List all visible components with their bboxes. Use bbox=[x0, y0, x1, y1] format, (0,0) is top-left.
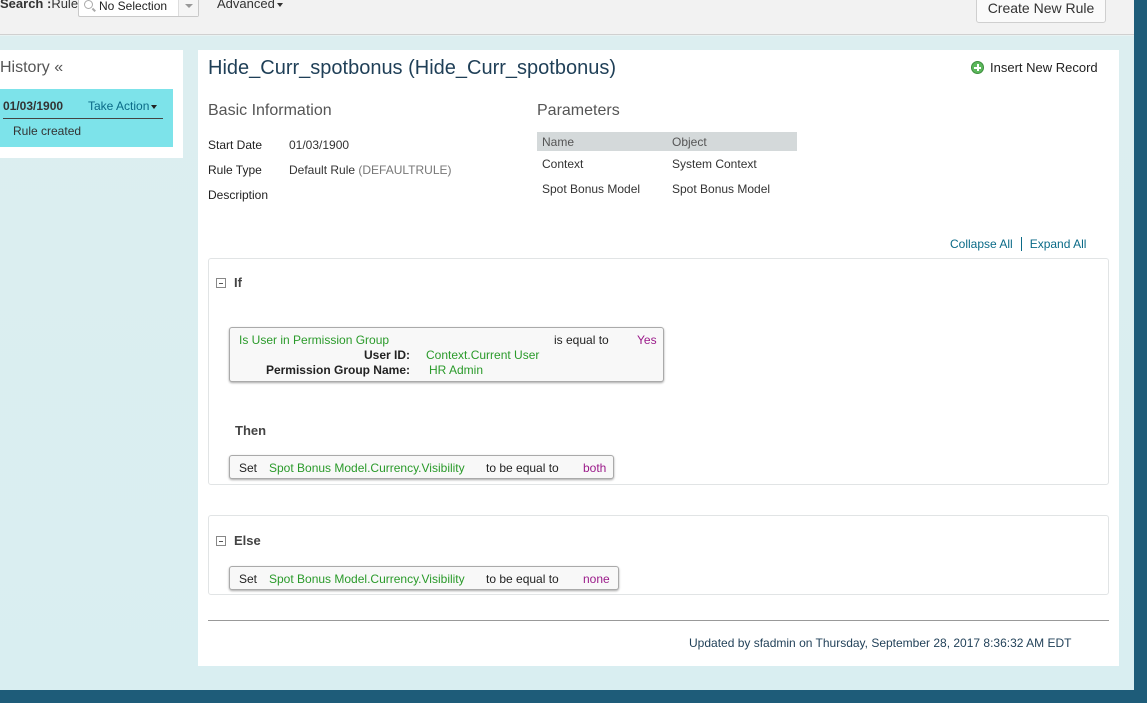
param-group-name-label: Permission Group Name: bbox=[265, 363, 410, 377]
history-entry[interactable]: 01/03/1900 Take Action Rule created bbox=[0, 89, 173, 147]
window-border bbox=[1134, 0, 1147, 690]
action-verb: Set bbox=[239, 461, 258, 475]
action-operator[interactable]: to be equal to bbox=[486, 572, 559, 586]
parameters-header-row: Name Object bbox=[537, 132, 797, 151]
rule-type-name: Default Rule bbox=[289, 163, 356, 177]
search-label: Search :Rule bbox=[0, 0, 78, 11]
rule-type-value: Default Rule (DEFAULTRULE) bbox=[289, 163, 452, 177]
advanced-label: Advanced bbox=[217, 0, 275, 11]
parameters-table: Name Object Context System Context Spot … bbox=[537, 132, 797, 201]
rule-type-label: Rule Type bbox=[208, 163, 262, 177]
if-block: If Is User in Permission Group is equal … bbox=[208, 258, 1109, 485]
add-icon bbox=[971, 61, 984, 74]
action-operator[interactable]: to be equal to bbox=[486, 461, 559, 475]
collapse-icon[interactable] bbox=[216, 536, 226, 546]
top-toolbar: Search :Rule No Selection Advanced Creat… bbox=[0, 0, 1134, 35]
take-action-menu[interactable]: Take Action bbox=[88, 99, 158, 113]
param-user-id-label: User ID: bbox=[363, 348, 410, 362]
window-border bbox=[0, 690, 1147, 703]
else-label: Else bbox=[234, 533, 261, 548]
take-action-label: Take Action bbox=[88, 99, 150, 113]
caret-down-icon bbox=[151, 104, 158, 109]
param-user-id-value[interactable]: Context.Current User bbox=[426, 348, 539, 362]
divider bbox=[1020, 237, 1022, 251]
start-date-label: Start Date bbox=[208, 138, 263, 152]
collapse-all-link[interactable]: Collapse All bbox=[950, 237, 1013, 251]
table-cell: Spot Bonus Model bbox=[672, 181, 771, 196]
else-action[interactable]: Set Spot Bonus Model.Currency.Visibility… bbox=[229, 566, 619, 590]
basic-information-heading: Basic Information bbox=[208, 102, 332, 119]
search-label-prefix: Search : bbox=[0, 0, 52, 11]
history-panel: History « 01/03/1900 Take Action Rule cr… bbox=[0, 50, 183, 158]
else-block: Else Set Spot Bonus Model.Currency.Visib… bbox=[208, 515, 1109, 595]
column-header-object: Object bbox=[667, 132, 797, 151]
page-title: Hide_Curr_spotbonus (Hide_Curr_spotbonus… bbox=[208, 57, 616, 79]
rule-selector[interactable]: No Selection bbox=[78, 0, 199, 17]
parameters-heading: Parameters bbox=[537, 102, 620, 119]
table-row: Context System Context bbox=[537, 151, 797, 176]
condition-value[interactable]: Yes bbox=[637, 333, 657, 347]
divider bbox=[3, 118, 163, 119]
if-label: If bbox=[234, 275, 242, 290]
divider bbox=[208, 620, 1109, 621]
caret-down-icon bbox=[276, 2, 283, 7]
start-date-value: 01/03/1900 bbox=[289, 138, 350, 152]
description-label: Description bbox=[208, 188, 269, 202]
action-verb: Set bbox=[239, 572, 258, 586]
collapse-icon[interactable] bbox=[216, 278, 226, 288]
chevron-down-icon[interactable] bbox=[178, 0, 198, 16]
insert-new-record-link[interactable]: Insert New Record bbox=[971, 60, 1098, 75]
advanced-menu[interactable]: Advanced bbox=[217, 0, 283, 11]
search-type: Rule bbox=[51, 0, 79, 11]
create-new-rule-button[interactable]: Create New Rule bbox=[976, 0, 1106, 23]
rule-selector-value: No Selection bbox=[99, 0, 168, 13]
then-action[interactable]: Set Spot Bonus Model.Currency.Visibility… bbox=[229, 455, 614, 479]
rule-detail-panel: Hide_Curr_spotbonus (Hide_Curr_spotbonus… bbox=[198, 50, 1119, 666]
history-entry-date: 01/03/1900 bbox=[3, 99, 64, 113]
rule-type-code: (DEFAULTRULE) bbox=[358, 163, 452, 177]
table-row: Spot Bonus Model Spot Bonus Model bbox=[537, 176, 797, 201]
param-group-name-value[interactable]: HR Admin bbox=[429, 363, 483, 377]
insert-new-record-label: Insert New Record bbox=[990, 60, 1098, 75]
collapse-expand-links: Collapse All Expand All bbox=[950, 237, 1086, 251]
table-cell: System Context bbox=[672, 156, 757, 171]
action-field[interactable]: Spot Bonus Model.Currency.Visibility bbox=[269, 461, 465, 475]
condition-function[interactable]: Is User in Permission Group bbox=[239, 333, 389, 347]
action-field[interactable]: Spot Bonus Model.Currency.Visibility bbox=[269, 572, 465, 586]
table-cell: Spot Bonus Model bbox=[542, 181, 641, 196]
then-label: Then bbox=[235, 423, 267, 438]
action-value[interactable]: none bbox=[583, 572, 610, 586]
column-header-name: Name bbox=[537, 132, 667, 151]
updated-info: Updated by sfadmin on Thursday, Septembe… bbox=[689, 636, 1072, 650]
condition-operator[interactable]: is equal to bbox=[554, 333, 609, 347]
expand-all-link[interactable]: Expand All bbox=[1030, 237, 1087, 251]
action-value[interactable]: both bbox=[583, 461, 606, 475]
history-entry-note: Rule created bbox=[13, 124, 82, 138]
history-toggle[interactable]: History « bbox=[0, 59, 63, 77]
search-icon bbox=[84, 0, 93, 9]
if-condition[interactable]: Is User in Permission Group is equal to … bbox=[229, 327, 664, 382]
table-cell: Context bbox=[542, 156, 584, 171]
